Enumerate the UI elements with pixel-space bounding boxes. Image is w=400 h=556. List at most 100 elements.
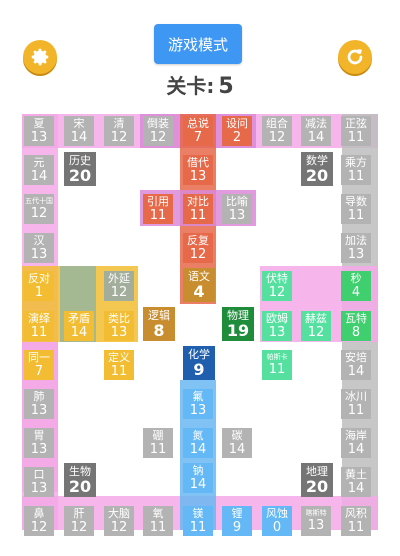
word-tile[interactable]: 欧姆 13 [262, 311, 292, 341]
word-tile[interactable]: 鼻 12 [24, 506, 54, 536]
tile-count: 14 [30, 169, 48, 184]
word-tile[interactable]: 语文 4 [183, 268, 215, 302]
tile-count: 20 [68, 165, 92, 185]
tile-count: 11 [149, 208, 167, 223]
tile-word: 氮 [192, 429, 204, 442]
word-tile[interactable]: 对比 11 [183, 194, 213, 224]
word-tile[interactable]: 加法 13 [341, 233, 371, 263]
tile-count: 13 [110, 325, 128, 340]
word-tile[interactable]: 历史 20 [64, 152, 96, 186]
word-tile[interactable]: 肝 12 [64, 506, 94, 536]
word-tile[interactable]: 设问 2 [222, 116, 252, 146]
word-tile[interactable]: 引用 11 [143, 194, 173, 224]
tile-count: 14 [347, 364, 365, 379]
tile-word: 喀斯特 [305, 509, 327, 517]
tile-count: 9 [193, 359, 205, 379]
word-tile[interactable]: 宋 14 [64, 116, 94, 146]
word-tile[interactable]: 冰川 11 [341, 389, 371, 419]
word-tile[interactable]: 元 14 [24, 155, 54, 185]
word-tile[interactable]: 矛盾 14 [64, 311, 94, 341]
tile-word: 总说 [187, 117, 209, 130]
word-tile[interactable]: 海岸 14 [341, 428, 371, 458]
word-tile[interactable]: 喀斯特 13 [301, 506, 331, 536]
word-tile[interactable]: 氧 11 [143, 506, 173, 536]
word-tile[interactable]: 定义 11 [104, 350, 134, 380]
word-tile[interactable]: 瓦特 8 [341, 311, 371, 341]
tile-count: 8 [153, 320, 165, 340]
tile-word: 锂 [231, 507, 243, 520]
tile-count: 13 [30, 442, 48, 457]
word-tile[interactable]: 倒装 12 [143, 116, 173, 146]
word-tile[interactable]: 钠 14 [183, 463, 213, 493]
word-tile[interactable]: 赫兹 12 [301, 311, 331, 341]
tile-count: 11 [110, 364, 128, 379]
tile-count: 7 [34, 364, 44, 379]
word-tile[interactable]: 硼 11 [143, 428, 173, 458]
tile-count: 14 [70, 130, 88, 145]
word-tile[interactable]: 碳 14 [222, 428, 252, 458]
tile-word: 加法 [345, 234, 367, 247]
word-tile[interactable]: 夏 13 [24, 116, 54, 146]
word-tile[interactable]: 总说 7 [183, 116, 213, 146]
word-tile[interactable]: 安培 14 [341, 350, 371, 380]
tile-count: 2 [232, 130, 242, 145]
word-tile[interactable]: 地理 20 [301, 463, 333, 497]
word-tile[interactable]: 生物 20 [64, 463, 96, 497]
word-tile[interactable]: 减法 14 [301, 116, 331, 146]
word-tile[interactable]: 反对 1 [24, 271, 54, 301]
word-tile[interactable]: 汉 13 [24, 233, 54, 263]
word-tile[interactable]: 物理 19 [222, 307, 254, 341]
tile-count: 13 [189, 169, 207, 184]
word-tile[interactable]: 风蚀 0 [262, 506, 292, 536]
tile-word: 语文 [188, 269, 210, 283]
tile-word: 反对 [28, 272, 50, 285]
word-tile[interactable]: 借代 13 [183, 155, 213, 185]
tile-word: 欧姆 [266, 312, 288, 325]
word-tile[interactable]: 外延 12 [104, 271, 134, 301]
word-tile[interactable]: 秒4 [341, 271, 371, 301]
word-tile[interactable]: 正弦 11 [341, 116, 371, 146]
word-tile[interactable]: 比喻 13 [222, 194, 252, 224]
word-tile[interactable]: 氟 13 [183, 389, 213, 419]
tile-word: 清 [113, 117, 125, 130]
tile-word: 地理 [306, 464, 328, 478]
tile-word: 五代十国 [25, 197, 53, 205]
tile-count: 13 [30, 481, 48, 496]
tile-count: 14 [189, 477, 207, 492]
word-tile[interactable]: 镁 11 [183, 506, 213, 536]
word-tile[interactable]: 大脑 12 [104, 506, 134, 536]
word-tile[interactable]: 演绎 11 [24, 311, 54, 341]
word-tile[interactable]: 锂9 [222, 506, 252, 536]
word-tile[interactable]: 黄土 14 [341, 467, 371, 497]
tile-count: 9 [232, 520, 242, 535]
game-board: 夏 13 宋 14 清 12 倒装 12 总说 7 设问 2 组合 12 减法 14 正弦 11 元 14 历史 20 借代… [0, 0, 400, 556]
word-tile[interactable]: 同一 7 [24, 350, 54, 380]
word-tile[interactable]: 类比 13 [104, 311, 134, 341]
word-tile[interactable]: 导数 11 [341, 194, 371, 224]
tile-count: 14 [189, 442, 207, 457]
word-tile[interactable]: 数学 20 [301, 152, 333, 186]
tile-word: 历史 [69, 153, 91, 167]
word-tile[interactable]: 伏特 12 [262, 271, 292, 301]
tile-word: 冰川 [345, 390, 367, 403]
word-tile[interactable]: 风积 11 [341, 506, 371, 536]
word-tile[interactable]: 口 13 [24, 467, 54, 497]
word-tile[interactable]: 肺 13 [24, 389, 54, 419]
word-tile[interactable]: 帕斯卡 11 [262, 350, 292, 380]
tile-word: 口 [33, 468, 45, 481]
word-tile[interactable]: 反复 12 [183, 233, 213, 263]
tile-word: 生物 [69, 464, 91, 478]
word-tile[interactable]: 五代十国 12 [24, 194, 54, 224]
tile-word: 物理 [227, 308, 249, 322]
word-tile[interactable]: 胃 13 [24, 428, 54, 458]
word-tile[interactable]: 组合 12 [262, 116, 292, 146]
tile-count: 4 [193, 281, 205, 301]
word-tile[interactable]: 清 12 [104, 116, 134, 146]
word-tile[interactable]: 化学 9 [183, 346, 215, 380]
word-tile[interactable]: 逻辑 8 [143, 307, 175, 341]
tile-count: 13 [228, 208, 246, 223]
word-tile[interactable]: 氮 14 [183, 428, 213, 458]
word-tile[interactable]: 乘方 11 [341, 155, 371, 185]
tile-count: 12 [110, 285, 128, 300]
tile-count: 11 [189, 208, 207, 223]
